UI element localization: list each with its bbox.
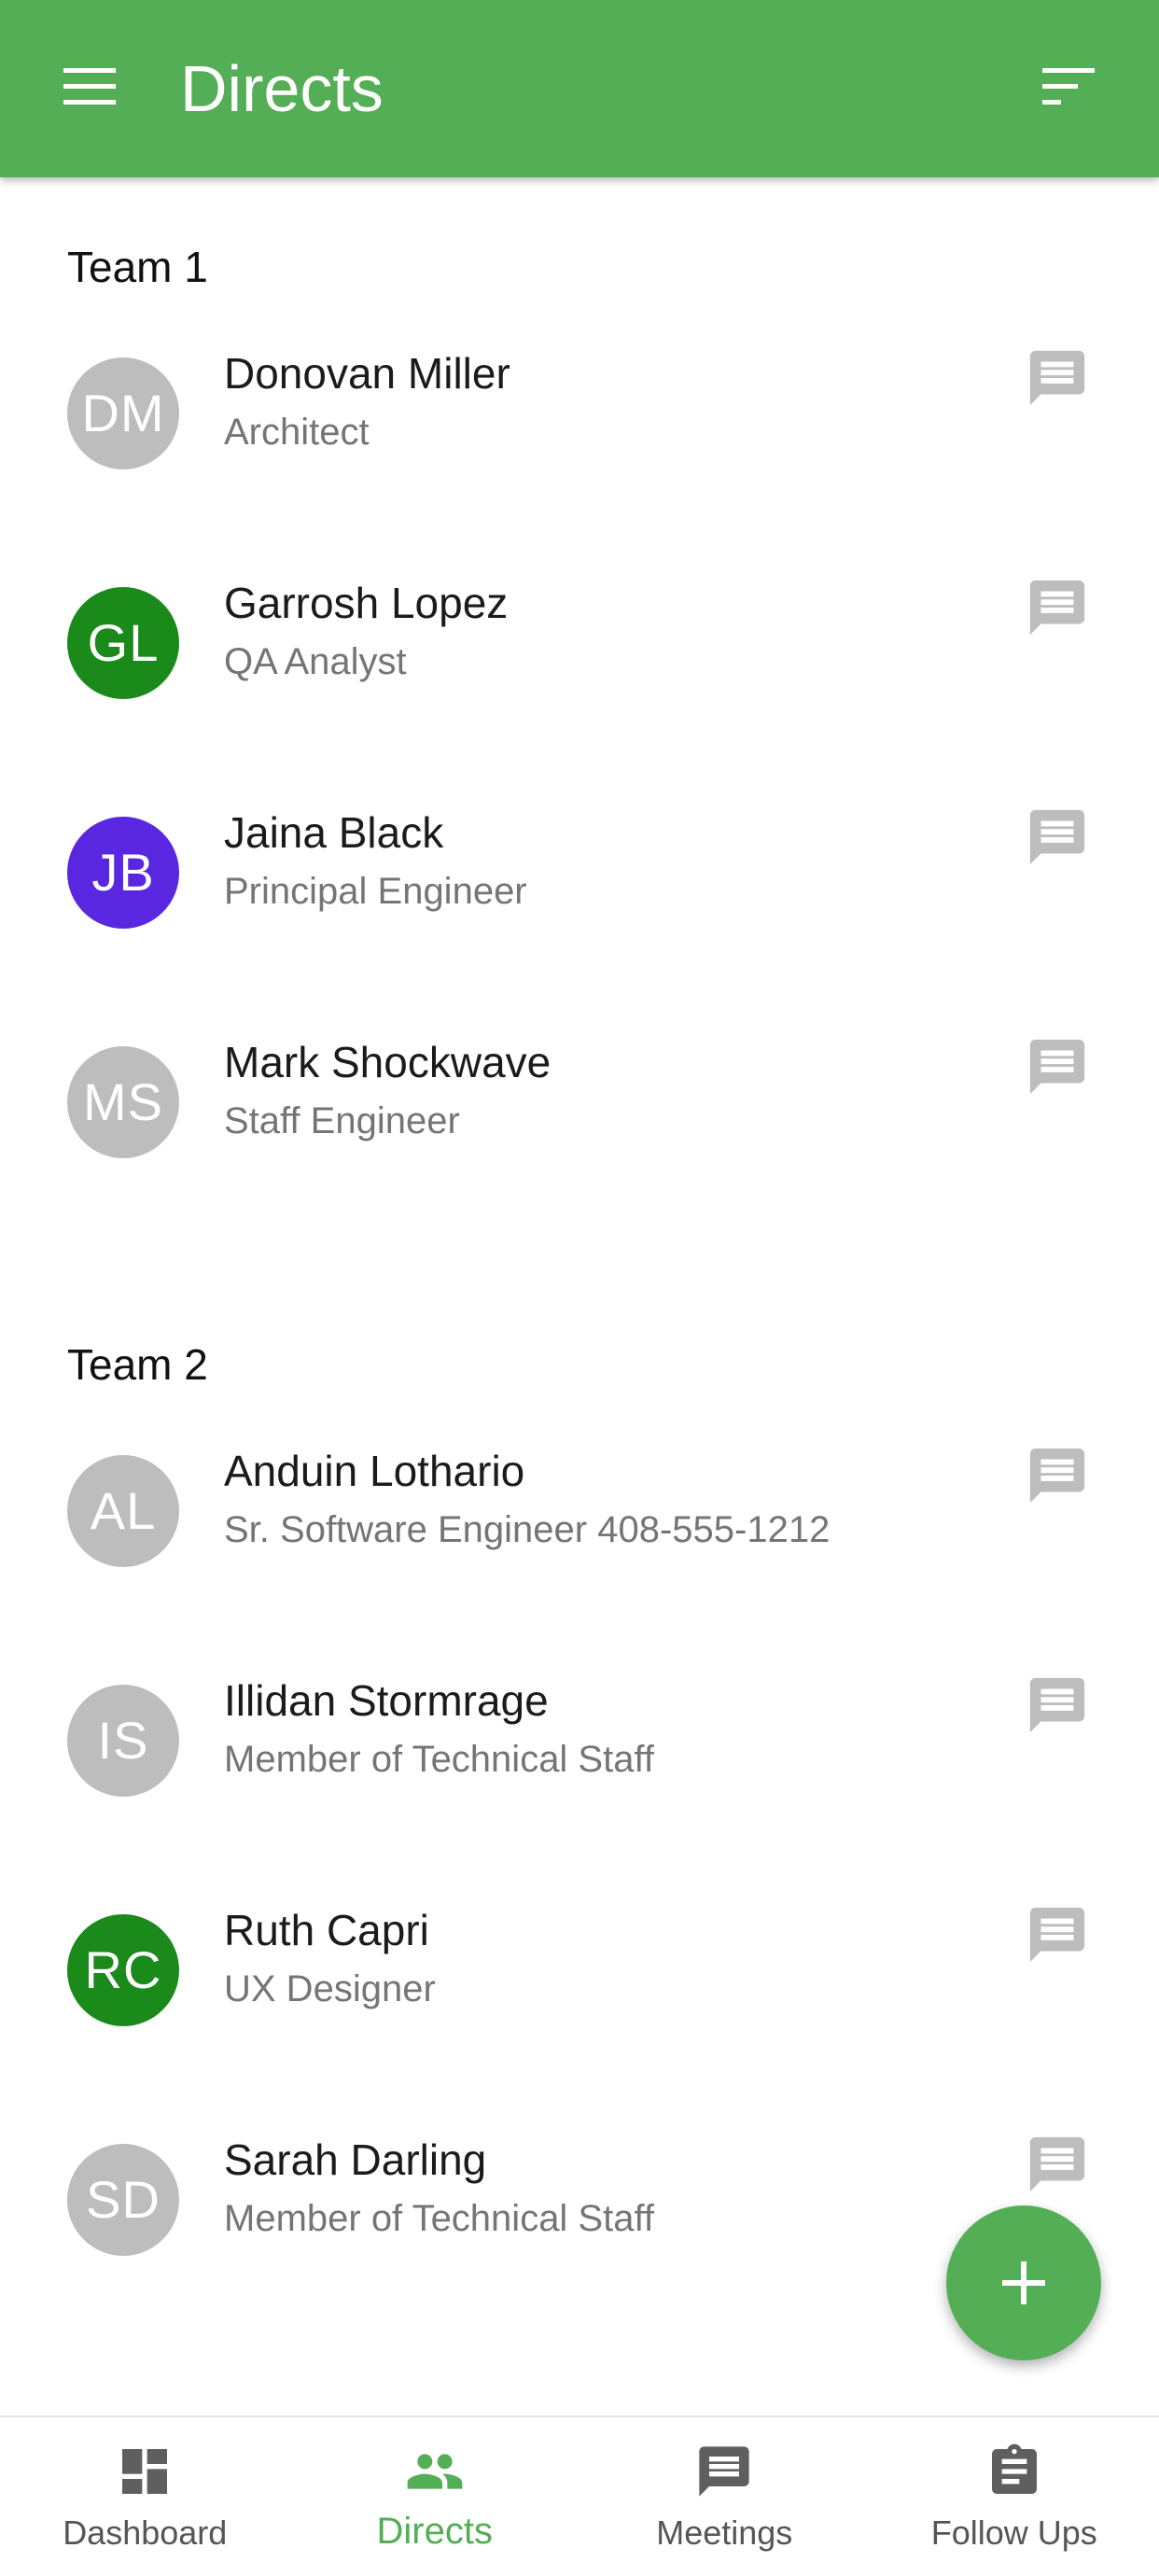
list-item[interactable]: JB Jaina Black Principal Engineer bbox=[0, 758, 1159, 987]
nav-label: Meetings bbox=[656, 2513, 793, 2552]
list-item[interactable]: IS Illidan Stormrage Member of Technical… bbox=[0, 1626, 1159, 1855]
nav-follow-ups[interactable]: Follow Ups bbox=[870, 2417, 1159, 2576]
chat-icon bbox=[699, 2446, 749, 2497]
message-icon bbox=[1029, 580, 1085, 636]
list-item[interactable]: AL Anduin Lothario Sr. Software Engineer… bbox=[0, 1396, 1159, 1626]
sort-button[interactable] bbox=[1031, 54, 1106, 119]
nav-label: Directs bbox=[376, 2511, 493, 2552]
avatar: GL bbox=[67, 587, 179, 699]
avatar: SD bbox=[67, 2144, 179, 2256]
dashboard-icon bbox=[122, 2449, 168, 2494]
message-button[interactable] bbox=[1025, 805, 1090, 870]
list-item[interactable]: RC Ruth Capri UX Designer bbox=[0, 1855, 1159, 2085]
people-icon bbox=[407, 2454, 463, 2489]
message-icon bbox=[1029, 1039, 1085, 1095]
message-button[interactable] bbox=[1025, 1902, 1090, 1967]
person-role: Principal Engineer bbox=[224, 871, 527, 912]
message-button[interactable] bbox=[1025, 575, 1090, 640]
nav-label: Dashboard bbox=[63, 2513, 228, 2552]
avatar: IS bbox=[67, 1685, 179, 1797]
nav-dashboard[interactable]: Dashboard bbox=[0, 2417, 290, 2576]
person-role: UX Designer bbox=[224, 1968, 436, 2009]
clipboard-icon bbox=[991, 2443, 1037, 2494]
avatar: RC bbox=[67, 1914, 179, 2026]
message-button[interactable] bbox=[1025, 345, 1090, 411]
message-icon bbox=[1029, 1677, 1085, 1733]
sort-icon bbox=[1042, 68, 1095, 105]
person-name: Anduin Lothario bbox=[224, 1447, 525, 1495]
message-icon bbox=[1029, 2136, 1085, 2192]
nav-meetings[interactable]: Meetings bbox=[580, 2417, 870, 2576]
person-name: Ruth Capri bbox=[224, 1906, 429, 1954]
person-name: Donovan Miller bbox=[224, 349, 510, 398]
app-root: Directs Team 1 DM Donovan Miller Archite… bbox=[0, 0, 1159, 2576]
menu-button[interactable] bbox=[52, 54, 127, 119]
section-header-team-2: Team 2 bbox=[67, 1340, 208, 1389]
nav-directs[interactable]: Directs bbox=[290, 2417, 580, 2576]
person-role: Sr. Software Engineer 408-555-1212 bbox=[224, 1509, 831, 1550]
message-icon bbox=[1029, 1907, 1085, 1963]
nav-label: Follow Ups bbox=[930, 2513, 1097, 2552]
list-item[interactable]: MS Mark Shockwave Staff Engineer bbox=[0, 987, 1159, 1217]
person-name: Garrosh Lopez bbox=[224, 579, 509, 627]
avatar: MS bbox=[67, 1046, 179, 1158]
message-button[interactable] bbox=[1025, 2132, 1090, 2197]
person-role: Staff Engineer bbox=[224, 1100, 460, 1141]
person-role: Member of Technical Staff bbox=[224, 2198, 654, 2239]
person-role: QA Analyst bbox=[224, 641, 407, 682]
person-name: Sarah Darling bbox=[224, 2135, 487, 2184]
message-button[interactable] bbox=[1025, 1443, 1090, 1508]
avatar: DM bbox=[67, 357, 179, 469]
list-item[interactable]: GL Garrosh Lopez QA Analyst bbox=[0, 528, 1159, 758]
person-role: Member of Technical Staff bbox=[224, 1739, 654, 1780]
list-item[interactable]: DM Donovan Miller Architect bbox=[0, 299, 1159, 528]
message-button[interactable] bbox=[1025, 1034, 1090, 1099]
person-name: Mark Shockwave bbox=[224, 1038, 552, 1086]
message-icon bbox=[1029, 350, 1085, 406]
avatar: AL bbox=[67, 1455, 179, 1567]
plus-icon bbox=[1002, 2261, 1045, 2304]
app-bar: Directs bbox=[0, 0, 1159, 177]
person-name: Jaina Black bbox=[224, 808, 444, 857]
add-direct-button[interactable] bbox=[946, 2205, 1101, 2360]
section-header-team-1: Team 1 bbox=[67, 243, 208, 291]
menu-icon bbox=[63, 68, 116, 105]
person-name: Illidan Stormrage bbox=[224, 1676, 549, 1725]
message-icon bbox=[1029, 1448, 1085, 1504]
page-title: Directs bbox=[180, 52, 384, 125]
message-icon bbox=[1029, 809, 1085, 865]
person-role: Architect bbox=[224, 412, 370, 453]
message-button[interactable] bbox=[1025, 1673, 1090, 1738]
avatar: JB bbox=[67, 817, 179, 929]
bottom-navigation: Dashboard Directs Meetings Follow Ups bbox=[0, 2415, 1159, 2576]
